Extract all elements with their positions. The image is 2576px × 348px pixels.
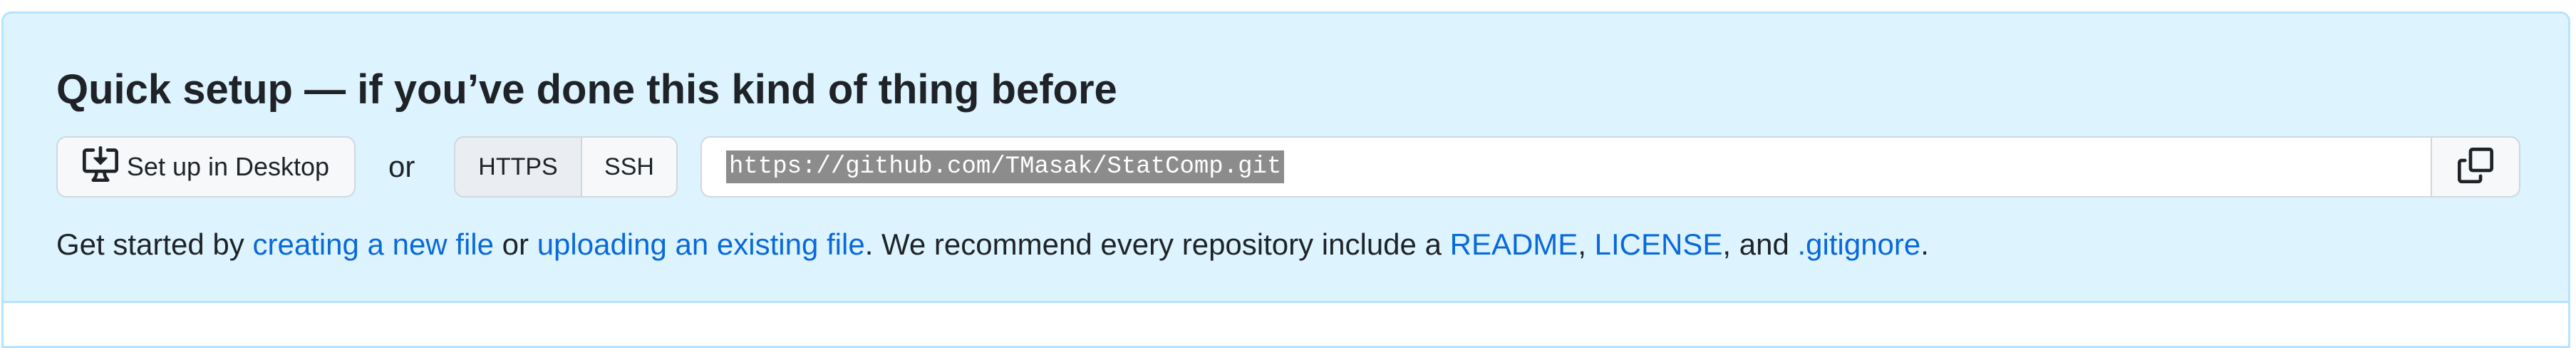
info-recommend: . We recommend every repository include … xyxy=(864,227,1450,261)
license-link[interactable]: LICENSE xyxy=(1595,227,1723,261)
quick-setup-panel: Quick setup — if you’ve done this kind o… xyxy=(1,11,2570,348)
ssh-button[interactable]: SSH xyxy=(582,136,678,198)
info-middle: or xyxy=(494,227,537,261)
protocol-selector: HTTPS SSH xyxy=(454,136,678,198)
readme-link[interactable]: README xyxy=(1450,227,1578,261)
quick-setup-section: Quick setup — if you’ve done this kind o… xyxy=(4,14,2568,303)
setup-in-desktop-button[interactable]: Set up in Desktop xyxy=(56,136,356,198)
or-label: or xyxy=(388,150,415,183)
info-suffix: . xyxy=(1920,227,1929,261)
getting-started-text: Get started by creating a new file or up… xyxy=(56,225,1929,265)
clone-url-group: https://github.com/TMasak/StatComp.git xyxy=(700,136,2520,198)
quick-setup-title: Quick setup — if you’ve done this kind o… xyxy=(56,66,1117,113)
setup-in-desktop-label: Set up in Desktop xyxy=(126,152,330,181)
https-button[interactable]: HTTPS xyxy=(454,136,582,198)
info-prefix: Get started by xyxy=(56,227,253,261)
create-new-file-link[interactable]: creating a new file xyxy=(252,227,494,261)
info-and: , and xyxy=(1722,227,1798,261)
copy-icon xyxy=(2458,147,2493,187)
upload-existing-file-link[interactable]: uploading an existing file xyxy=(537,227,865,261)
desktop-download-icon xyxy=(82,145,118,188)
info-comma: , xyxy=(1578,227,1595,261)
copy-url-button[interactable] xyxy=(2432,136,2520,198)
gitignore-link[interactable]: .gitignore xyxy=(1797,227,1920,261)
clone-url-input[interactable] xyxy=(700,136,2432,198)
